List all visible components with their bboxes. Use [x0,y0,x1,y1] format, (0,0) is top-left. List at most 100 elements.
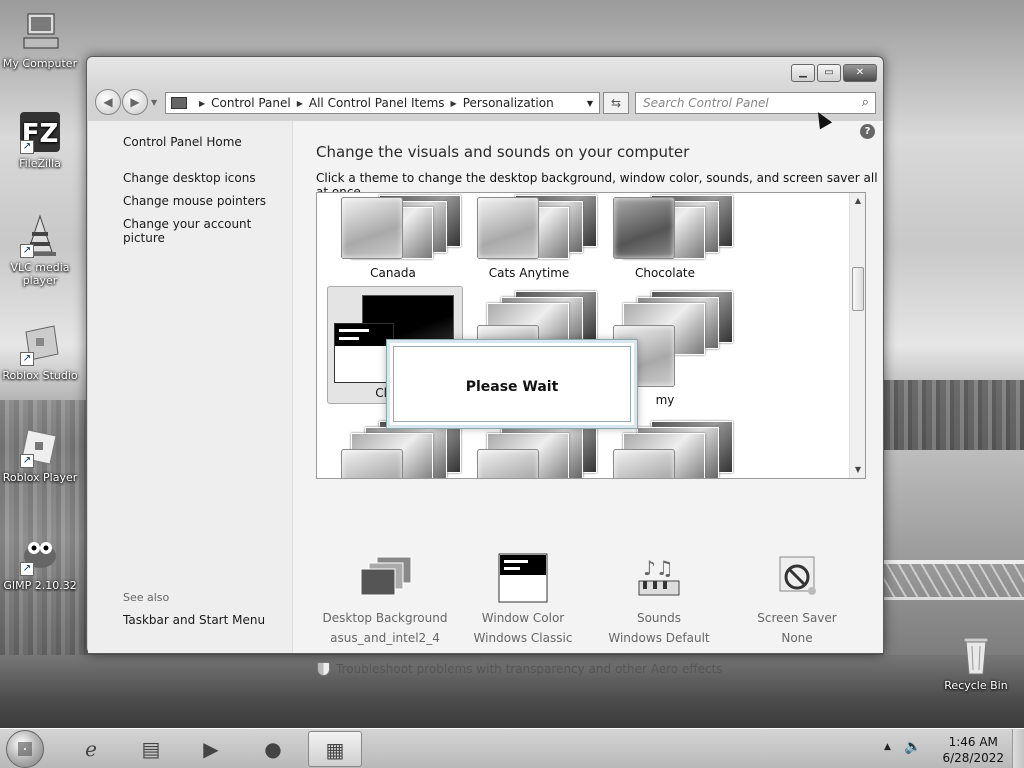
classic-window-preview [334,323,394,383]
setting-title: Desktop Background [322,611,448,625]
please-wait-dialog: Please Wait [386,339,638,429]
theme-label: Chocolate [634,266,696,280]
arrow-left-icon: ◀ [103,95,113,109]
maximize-button[interactable]: ▭ [817,64,841,82]
setting-title: Screen Saver [757,611,837,625]
setting-value: asus_and_intel2_4 [330,631,440,645]
help-button[interactable]: ? [860,124,875,139]
desktop-icon-vlc[interactable]: ↗ VLC media player [0,214,80,287]
search-input[interactable]: Search Control Panel ⌕ [635,92,876,114]
change-account-picture-link[interactable]: Change your account picture [123,217,292,245]
troubleshoot-aero-link[interactable]: Troubleshoot problems with transparency … [317,662,723,676]
refresh-icon: ⇆ [610,96,622,110]
theme-label: Cats Anytime [488,266,570,280]
recent-pages-dropdown[interactable]: ▼ [151,98,157,107]
window-color-icon [453,553,593,603]
setting-title: Sounds [636,611,682,625]
scroll-down-icon[interactable]: ▼ [850,462,865,478]
minimize-button[interactable]: ▁ [791,64,815,82]
svg-text:♪♫: ♪♫ [643,556,674,580]
desktop-icon-gimp[interactable]: ↗ GIMP 2.10.32 [0,532,80,592]
desktop-icon-label: Roblox Studio [2,369,78,382]
desktop-icon-roblox-player[interactable]: ↗ Roblox Player [0,424,80,484]
desktop-icon-filezilla[interactable]: FZ ↗ FileZilla [0,110,80,170]
shortcut-arrow-icon: ↗ [20,140,34,154]
theme-settings-row: Desktop Background asus_and_intel2_4 Win… [293,553,883,653]
control-panel-icon: ▦ [325,738,345,762]
screen-saver-setting[interactable]: Screen Saver None [727,553,867,645]
media-player-icon: ▶ [203,737,219,761]
theme-color-swatch [477,449,539,478]
volume-icon[interactable]: 🔈 [904,739,921,755]
forward-button[interactable]: ▶ [122,89,148,115]
change-desktop-icons-link[interactable]: Change desktop icons [123,171,256,185]
show-desktop-button[interactable] [1012,729,1024,768]
taskbar-clock[interactable]: 1:46 AM 6/28/2022 [942,734,1004,766]
desktop-background-setting[interactable]: Desktop Background asus_and_intel2_4 [315,553,455,645]
desktop-icon-label: GIMP 2.10.32 [3,579,77,592]
close-button[interactable]: ✕ [843,64,877,82]
desktop-icon-roblox-studio[interactable]: ↗ Roblox Studio [0,322,80,382]
folder-icon: ▤ [141,737,161,761]
taskbar-internet-explorer[interactable]: ℯ [64,731,118,767]
chevron-right-icon[interactable]: ▶ [297,99,303,108]
setting-title: Window Color [481,611,565,625]
breadcrumb-personalization[interactable]: Personalization [463,96,554,110]
desktop-icon-label: VLC media player [10,261,70,287]
troubleshoot-aero-label: Troubleshoot problems with transparency … [336,662,723,676]
theme-label: Canada [370,266,416,280]
desktop-icon-label: Roblox Player [2,471,78,484]
shortcut-arrow-icon: ↗ [20,454,34,468]
taskbar-control-panel[interactable]: ▦ [308,731,362,767]
refresh-button[interactable]: ⇆ [603,92,629,114]
taskbar-file-explorer[interactable]: ▤ [124,731,178,767]
caption-buttons: ▁ ▭ ✕ [791,64,877,82]
theme-row3-2[interactable] [461,419,597,478]
shortcut-arrow-icon: ↗ [20,352,34,366]
scroll-up-icon[interactable]: ▲ [850,193,865,209]
sounds-setting[interactable]: ♪♫ Sounds Windows Default [589,553,729,645]
breadcrumb-control-panel[interactable]: Control Panel [211,96,291,110]
taskbar-media-player[interactable]: ▶ [184,731,238,767]
desktop-icon-recycle-bin[interactable]: Recycle Bin [936,632,1016,692]
window-color-setting[interactable]: Window Color Windows Classic [453,553,593,645]
screen-saver-icon [727,553,867,603]
scrollbar-thumb[interactable] [852,267,864,311]
filezilla-icon: FZ ↗ [18,110,62,154]
theme-list-scrollbar[interactable]: ▲ ▼ [849,193,865,478]
theme-row3-3[interactable] [597,419,733,478]
desktop-wallpaper-bridge [884,560,1024,600]
taskbar: ℯ ▤ ▶ ● ▦ ▲ 🔈 1:46 AM 6/28/2022 [0,728,1024,768]
control-panel-home-link[interactable]: Control Panel Home [123,135,242,149]
vlc-cone-icon: ↗ [18,214,62,258]
address-dropdown-icon[interactable]: ▼ [581,99,599,108]
address-bar[interactable]: ▶ Control Panel ▶ All Control Panel Item… [165,92,600,114]
chevron-right-icon[interactable]: ▶ [451,99,457,108]
theme-color-swatch [341,197,403,259]
help-icon: ? [864,126,871,137]
please-wait-text: Please Wait [393,346,631,422]
desktop-icon-label: My Computer [2,57,78,70]
chevron-right-icon[interactable]: ▶ [199,99,205,108]
back-button[interactable]: ◀ [95,89,121,115]
clock-time: 1:46 AM [948,735,998,749]
desktop-icon-my-computer[interactable]: My Computer [0,10,80,70]
page-title: Change the visuals and sounds on your co… [316,143,690,161]
breadcrumb-all-items[interactable]: All Control Panel Items [309,96,445,110]
recycle-bin-icon [954,632,998,676]
theme-color-swatch [341,449,403,478]
search-placeholder: Search Control Panel [643,96,769,110]
theme-list: Canada Cats Anytime Chocolate Classic [316,192,866,479]
taskbar-firefox[interactable]: ● [246,731,300,767]
start-button[interactable] [6,730,44,768]
search-icon[interactable]: ⌕ [862,93,869,113]
taskbar-start-menu-link[interactable]: Taskbar and Start Menu [123,613,265,627]
navigation-buttons: ◀ ▶ ▼ [95,89,157,115]
show-hidden-icons-icon[interactable]: ▲ [884,742,891,752]
shortcut-arrow-icon: ↗ [20,562,34,576]
see-also-heading: See also [123,591,170,604]
change-mouse-pointers-link[interactable]: Change mouse pointers [123,194,266,208]
computer-icon [18,10,62,54]
theme-row3-1[interactable] [325,419,461,478]
shortcut-arrow-icon: ↗ [20,244,34,258]
